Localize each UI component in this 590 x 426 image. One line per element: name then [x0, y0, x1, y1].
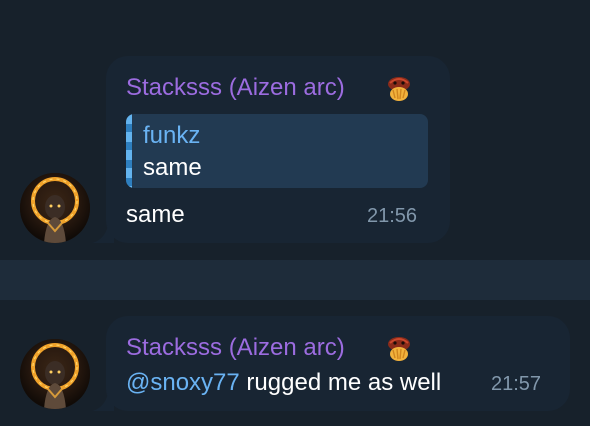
bubble-tail	[92, 225, 114, 243]
message-time: 21:57	[491, 373, 542, 395]
message-bubble[interactable]: Stacksss (Aizen arc) @snoxy77 rugged me …	[92, 316, 570, 411]
fox-hands-emoji-icon	[388, 77, 410, 101]
reply-author: funkz	[143, 122, 201, 149]
reply-accent-bar	[126, 114, 132, 188]
message-time: 21:56	[367, 205, 418, 227]
fox-hands-emoji-icon	[388, 337, 410, 361]
message-text: @snoxy77 rugged me as well	[126, 369, 441, 397]
message-text: same	[126, 201, 185, 228]
reply-quote[interactable]: funkz same	[126, 114, 428, 188]
message-separator	[0, 260, 590, 300]
chat-view: Stacksss (Aizen arc) funkz same same 21:…	[0, 0, 590, 426]
message-body: rugged me as well	[239, 369, 442, 396]
reply-text: same	[143, 154, 202, 181]
message-bubble[interactable]: Stacksss (Aizen arc) funkz same same 21:…	[92, 56, 450, 243]
sender-name[interactable]: Stacksss (Aizen arc)	[126, 334, 345, 362]
avatar[interactable]	[20, 339, 90, 409]
avatar-image	[20, 339, 90, 409]
sender-name[interactable]: Stacksss (Aizen arc)	[126, 74, 345, 102]
avatar-image	[20, 173, 90, 243]
bubble-tail	[92, 393, 114, 411]
avatar[interactable]	[20, 173, 90, 243]
user-mention-link[interactable]: @snoxy77	[126, 369, 240, 396]
